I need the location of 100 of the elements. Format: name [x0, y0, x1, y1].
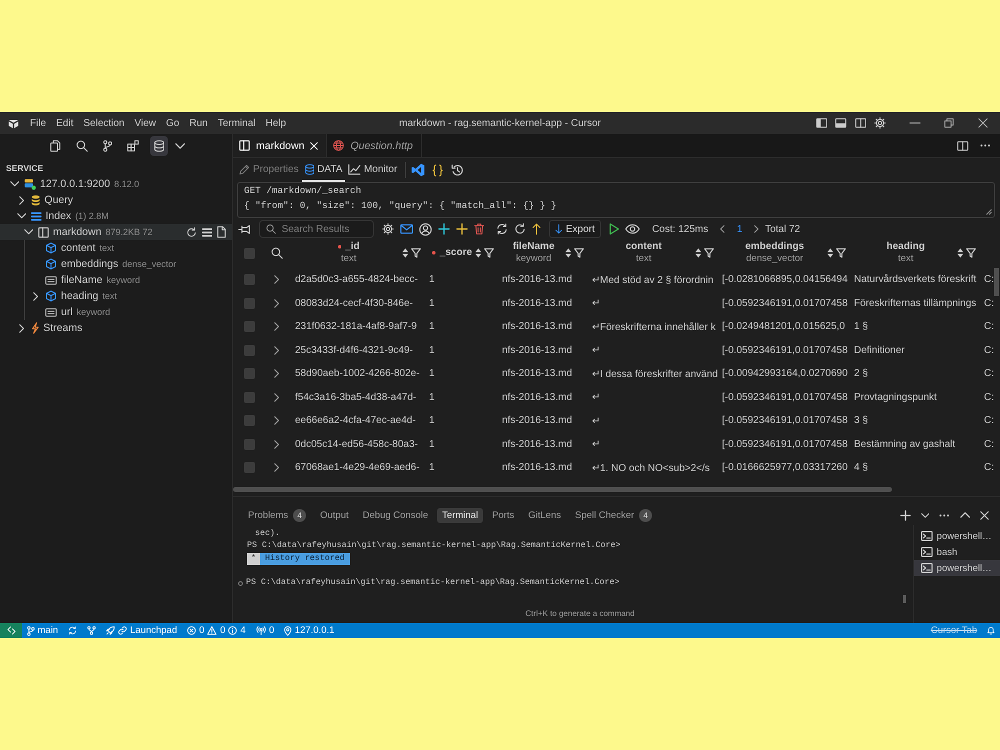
user-icon[interactable] [418, 222, 432, 236]
plus-icon[interactable] [456, 223, 468, 235]
filter-icon[interactable] [836, 248, 846, 258]
row-checkbox[interactable] [244, 415, 254, 426]
sort-icon[interactable] [827, 248, 834, 258]
document-icon[interactable] [217, 226, 226, 238]
filter-icon[interactable] [574, 248, 584, 258]
search-icon[interactable] [271, 247, 283, 259]
branch-button[interactable]: main [22, 623, 64, 638]
primary-sidebar-toggle-icon[interactable] [816, 118, 828, 128]
more-icon[interactable] [980, 144, 990, 147]
row-checkbox[interactable] [244, 438, 254, 450]
terminal-instance[interactable]: bash [914, 544, 1000, 560]
chevron-right-icon[interactable] [274, 346, 280, 355]
panel-tab[interactable]: Ports [487, 508, 520, 522]
panel-tab[interactable]: Terminal [437, 508, 484, 522]
row-checkbox[interactable] [244, 321, 254, 332]
mail-icon[interactable] [400, 224, 413, 234]
tree-item[interactable]: url keyword [0, 304, 232, 320]
row-checkbox[interactable] [244, 274, 254, 286]
list-icon[interactable] [202, 228, 212, 236]
graph-icon[interactable] [87, 626, 96, 635]
tree-item[interactable]: embeddings dense_vector [0, 256, 232, 272]
menu-item[interactable]: Go [161, 116, 184, 130]
row-checkbox[interactable] [244, 392, 254, 403]
arrow-up-icon[interactable] [532, 223, 542, 235]
close-icon[interactable] [980, 510, 989, 520]
sync-icon[interactable] [68, 626, 78, 635]
problems-button[interactable]: 0 0 4 [182, 623, 251, 638]
branch-icon[interactable] [102, 140, 112, 152]
blocks-icon[interactable] [126, 140, 139, 152]
vertical-scrollbar[interactable] [903, 595, 906, 603]
remote-button[interactable] [0, 623, 22, 638]
panel-tab[interactable]: Debug Console [358, 508, 434, 522]
bell-icon[interactable] [987, 626, 995, 635]
pushpin-icon[interactable] [238, 224, 251, 234]
braces-icon[interactable] [432, 164, 444, 176]
database-icon[interactable] [150, 136, 168, 156]
chevron-right-icon[interactable] [274, 416, 280, 426]
menu-item[interactable]: Selection [78, 116, 130, 130]
sort-icon[interactable] [695, 248, 702, 258]
search-field[interactable]: Search Results [258, 220, 374, 238]
terminal-instance[interactable]: powershell… [914, 560, 1000, 576]
panel-tab[interactable]: Problems 4 [243, 506, 312, 524]
plus-icon[interactable] [900, 510, 911, 520]
select-all-checkbox[interactable] [244, 248, 254, 258]
chevron-left-icon[interactable] [720, 225, 725, 233]
resize-grip-icon[interactable] [986, 209, 992, 215]
chevron-right-icon[interactable] [274, 463, 280, 472]
row-checkbox[interactable] [244, 368, 254, 380]
minimize-icon[interactable] [909, 122, 921, 124]
editor-tab[interactable]: Question.http [327, 134, 422, 157]
panel-tab[interactable]: GitLens [523, 508, 566, 522]
chevron-right-icon[interactable] [274, 392, 280, 402]
tree-item[interactable]: Streams [0, 320, 232, 336]
chevron-down-icon[interactable] [24, 229, 34, 235]
sort-icon[interactable] [402, 248, 409, 258]
chevron-right-icon[interactable] [274, 369, 280, 378]
chevron-right-icon[interactable] [274, 298, 280, 308]
menu-item[interactable]: Terminal [212, 116, 260, 130]
sort-icon[interactable] [565, 248, 572, 258]
chevron-down-icon[interactable] [920, 512, 930, 518]
chevron-right-icon[interactable] [274, 275, 280, 284]
chevron-down-icon[interactable] [16, 213, 26, 219]
filter-icon[interactable] [704, 248, 714, 258]
panel-tab[interactable]: Output [315, 508, 354, 522]
tree-item[interactable]: markdown 879.2KB 72 [0, 224, 232, 240]
view-tab[interactable]: Monitor [345, 158, 400, 182]
vertical-scrollbar[interactable] [994, 268, 999, 296]
tree-item[interactable]: Query [0, 192, 232, 208]
search-icon[interactable] [76, 140, 88, 152]
menu-item[interactable]: View [130, 116, 161, 130]
terminal-instance[interactable]: powershell… [914, 528, 1000, 544]
row-checkbox[interactable] [244, 344, 254, 356]
logo-icon[interactable] [411, 163, 426, 177]
row-checkbox[interactable] [244, 298, 254, 309]
view-tab[interactable]: DATA [302, 158, 346, 182]
tree-item[interactable]: Index (1) 2.8M [0, 208, 232, 224]
chevron-right-icon[interactable] [274, 440, 280, 449]
eye-icon[interactable] [625, 224, 640, 234]
history-icon[interactable] [450, 164, 464, 176]
tree-item[interactable]: heading text [0, 288, 232, 304]
filter-icon[interactable] [966, 248, 976, 258]
settings-icon[interactable] [874, 117, 886, 129]
split-editor-icon[interactable] [957, 140, 968, 150]
launchpad-button[interactable]: Launchpad [101, 623, 182, 638]
sync-icon[interactable] [496, 223, 508, 235]
row-checkbox[interactable] [244, 462, 254, 474]
ports-button[interactable]: 0 [250, 623, 280, 638]
tree-item[interactable]: fileName keyword [0, 272, 232, 288]
chevron-right-icon[interactable] [18, 324, 24, 332]
filter-icon[interactable] [484, 248, 494, 258]
files-icon[interactable] [50, 140, 61, 152]
panel-tab[interactable]: Spell Checker 4 [570, 506, 658, 524]
chevron-down-icon[interactable] [10, 181, 20, 187]
chevron-right-icon[interactable] [754, 225, 760, 233]
horizontal-scrollbar[interactable] [233, 487, 892, 492]
refresh-icon[interactable] [186, 226, 196, 238]
host-button[interactable]: 127.0.0.1 [279, 623, 340, 638]
plus-icon[interactable] [438, 223, 450, 235]
